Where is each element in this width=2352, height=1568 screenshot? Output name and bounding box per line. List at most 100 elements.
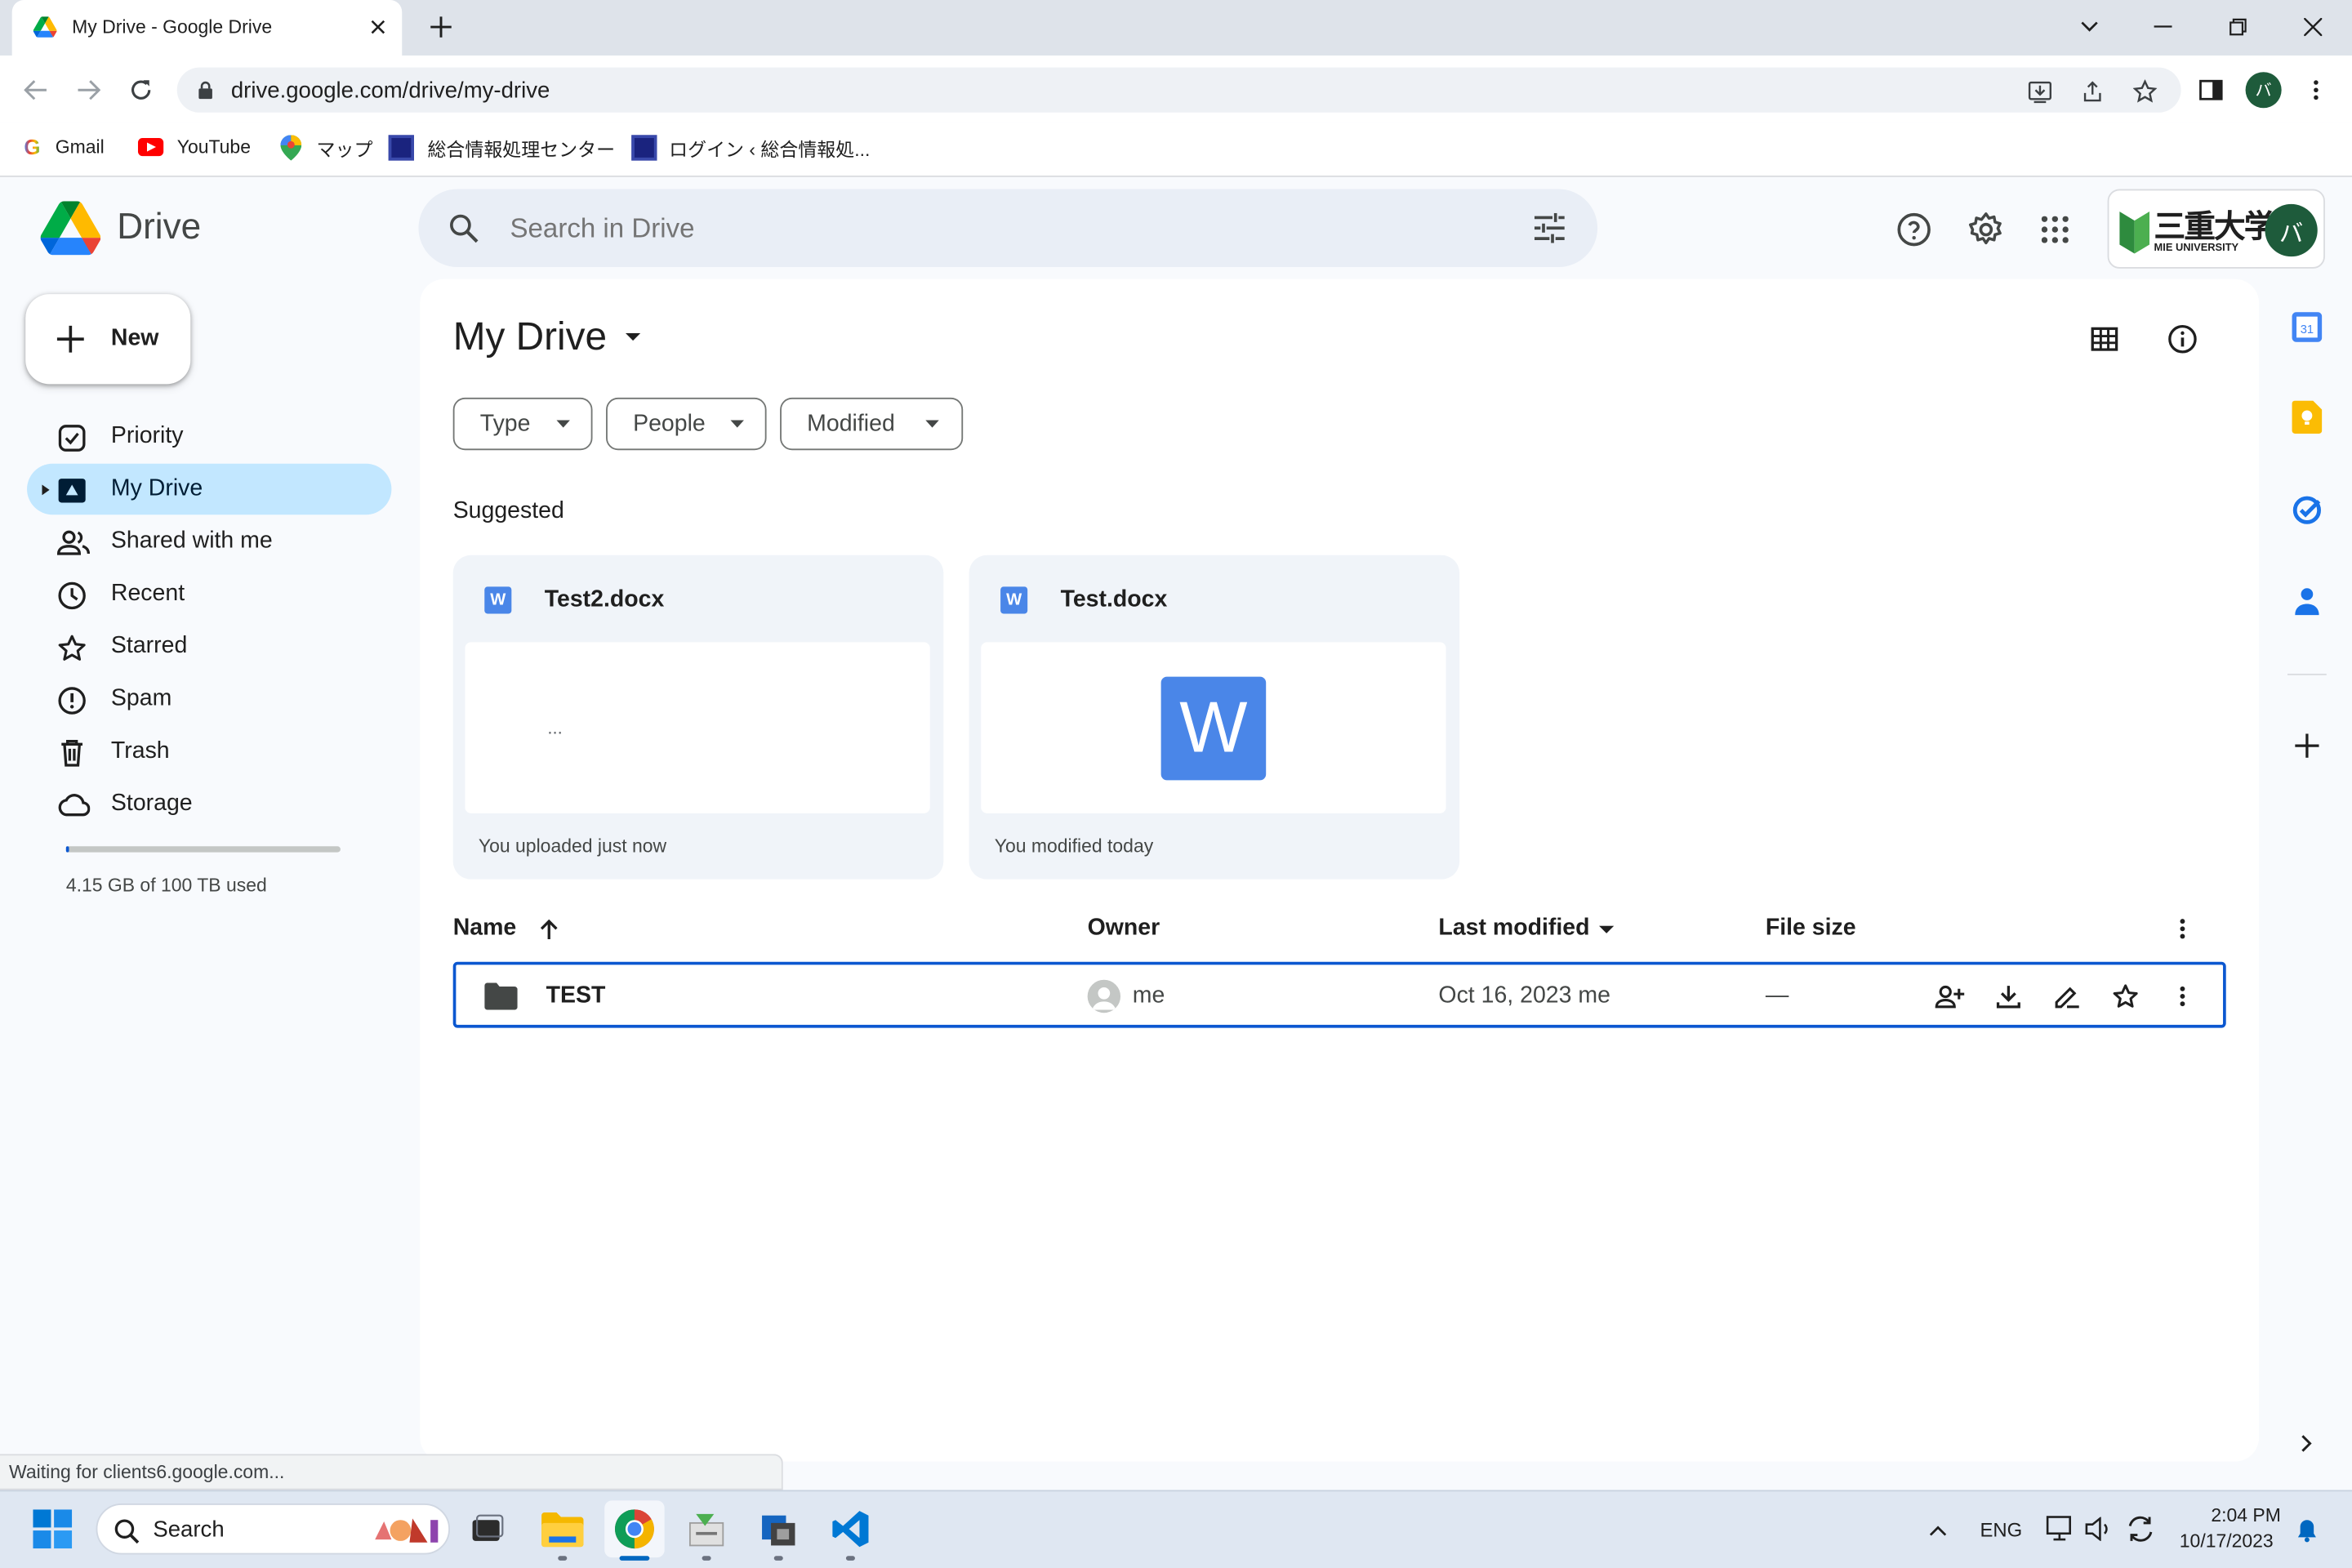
column-name-header[interactable]: Name <box>453 915 559 942</box>
rename-icon[interactable] <box>2051 980 2083 1013</box>
suggested-card[interactable]: W Test.docx W You modified today <box>969 555 1460 880</box>
bookmark-info-center[interactable]: 総合情報処理センター <box>388 134 616 161</box>
dropdown-arrow-icon <box>925 420 939 428</box>
nav-item-spam[interactable]: Spam <box>27 674 391 724</box>
profile-avatar[interactable]: バ <box>2245 72 2282 109</box>
start-button[interactable] <box>23 1500 82 1557</box>
address-bar[interactable]: drive.google.com/drive/my-drive <box>176 67 2181 113</box>
search-highlight-icon <box>364 1511 445 1550</box>
info-icon[interactable] <box>2164 321 2200 357</box>
star-icon <box>57 633 87 663</box>
sync-icon[interactable] <box>2124 1514 2157 1544</box>
google-icon: G <box>24 135 41 159</box>
download-icon[interactable] <box>1992 980 2025 1013</box>
preview-text: ... <box>547 717 563 738</box>
minimize-icon[interactable] <box>2148 12 2178 42</box>
calendar-icon[interactable]: 31 <box>2291 310 2323 343</box>
bookmark-label: YouTube <box>176 136 251 158</box>
nav-item-storage[interactable]: Storage <box>27 779 391 830</box>
tab-title: My Drive - Google Drive <box>72 16 273 38</box>
bookmark-maps[interactable]: マップ <box>280 134 372 161</box>
install-app-icon[interactable] <box>2025 77 2056 107</box>
card-file-name: Test.docx <box>1060 586 1168 612</box>
notification-bell-icon[interactable] <box>2292 1516 2323 1546</box>
nav-item-trash[interactable]: Trash <box>27 726 391 777</box>
new-tab-icon[interactable] <box>426 12 457 42</box>
file-explorer-button[interactable] <box>532 1500 592 1561</box>
nav-label: Priority <box>110 423 184 449</box>
volume-icon[interactable] <box>2083 1514 2114 1544</box>
column-size-header[interactable]: File size <box>1766 915 1856 942</box>
nav-item-starred[interactable]: Starred <box>27 621 391 672</box>
search-input[interactable] <box>510 208 1410 248</box>
account-switcher[interactable]: 三重大学 MIE UNIVERSITY バ <box>2107 189 2325 269</box>
back-icon[interactable] <box>21 75 51 105</box>
nav-item-shared[interactable]: Shared with me <box>27 516 391 567</box>
nav-item-recent[interactable]: Recent <box>27 568 391 619</box>
app-taskbar-button[interactable] <box>676 1500 736 1561</box>
help-icon[interactable] <box>1895 210 1934 249</box>
bookmark-label: 総合情報処理センター <box>427 138 616 160</box>
vscode-taskbar-button[interactable] <box>821 1500 880 1561</box>
system-tray-chevron-icon[interactable] <box>1923 1516 1953 1546</box>
drive-logo-icon[interactable] <box>40 199 101 256</box>
tab-close-icon[interactable] <box>366 15 390 38</box>
windows-logo-icon <box>33 1509 73 1549</box>
bookmark-star-icon[interactable] <box>2130 77 2160 107</box>
taskbar-search-label: Search <box>153 1517 225 1543</box>
reload-icon[interactable] <box>126 75 156 105</box>
filter-people[interactable]: People <box>606 397 767 451</box>
app-icon <box>687 1511 726 1547</box>
side-panel-icon[interactable] <box>2196 75 2226 105</box>
suggested-card[interactable]: W Test2.docx ... You uploaded just now <box>452 555 944 880</box>
page-title-button[interactable]: My Drive <box>453 314 640 360</box>
more-actions-icon[interactable] <box>2167 980 2198 1013</box>
chrome-menu-icon[interactable] <box>2301 75 2332 105</box>
bookmark-gmail[interactable]: G Gmail <box>24 134 104 161</box>
column-label: Name <box>452 915 517 942</box>
grid-view-icon[interactable] <box>2087 321 2123 357</box>
expand-arrow-icon[interactable] <box>42 484 50 496</box>
task-view-button[interactable] <box>457 1500 517 1557</box>
restore-icon[interactable] <box>2223 12 2253 42</box>
list-options-icon[interactable] <box>2167 912 2198 945</box>
column-modified-header[interactable]: Last modified <box>1438 915 1614 942</box>
keep-icon[interactable] <box>2291 400 2323 434</box>
clock-date[interactable]: 10/17/2023 <box>2180 1530 2274 1552</box>
forward-icon[interactable] <box>74 75 104 105</box>
app-taskbar-button[interactable] <box>749 1500 808 1561</box>
new-button[interactable]: New <box>25 294 191 385</box>
browser-tab[interactable]: My Drive - Google Drive <box>11 0 403 56</box>
drive-search-bar[interactable] <box>418 189 1598 268</box>
language-indicator[interactable]: ENG <box>1980 1518 2022 1541</box>
tab-search-chevron-icon[interactable] <box>2074 12 2105 42</box>
search-icon[interactable] <box>447 212 479 244</box>
nav-item-priority[interactable]: Priority <box>27 411 391 461</box>
drive-logo-text[interactable]: Drive <box>117 207 201 249</box>
sort-arrow-up-icon[interactable] <box>541 918 559 940</box>
search-options-icon[interactable] <box>1531 212 1567 244</box>
show-side-panel-chevron-icon[interactable] <box>2291 1427 2323 1459</box>
window-close-icon[interactable] <box>2298 12 2328 42</box>
taskbar-search-box[interactable]: Search <box>96 1503 451 1555</box>
column-label: Last modified <box>1438 915 1590 942</box>
column-owner-header[interactable]: Owner <box>1088 915 1160 942</box>
apps-grid-icon[interactable] <box>2035 210 2074 249</box>
get-addons-plus-icon[interactable] <box>2291 729 2323 762</box>
bookmark-youtube[interactable]: YouTube <box>137 134 251 161</box>
nav-item-my-drive[interactable]: My Drive <box>27 463 392 515</box>
settings-gear-icon[interactable] <box>1967 210 2006 249</box>
table-row[interactable]: TEST me Oct 16, 2023 me — <box>452 961 2226 1028</box>
clock-time[interactable]: 2:04 PM <box>2211 1505 2281 1526</box>
share-icon[interactable] <box>2078 77 2108 107</box>
filter-modified[interactable]: Modified <box>780 397 964 451</box>
share-person-icon[interactable] <box>1932 980 1968 1013</box>
star-icon[interactable] <box>2109 980 2141 1013</box>
bookmark-login[interactable]: ログイン ‹ 総合情報処... <box>631 134 870 161</box>
tasks-icon[interactable] <box>2291 493 2323 526</box>
chrome-taskbar-button[interactable] <box>604 1500 665 1561</box>
contacts-icon[interactable] <box>2291 584 2323 617</box>
network-icon[interactable] <box>2044 1514 2077 1544</box>
filter-type[interactable]: Type <box>452 397 593 451</box>
account-avatar[interactable]: バ <box>2265 203 2318 257</box>
